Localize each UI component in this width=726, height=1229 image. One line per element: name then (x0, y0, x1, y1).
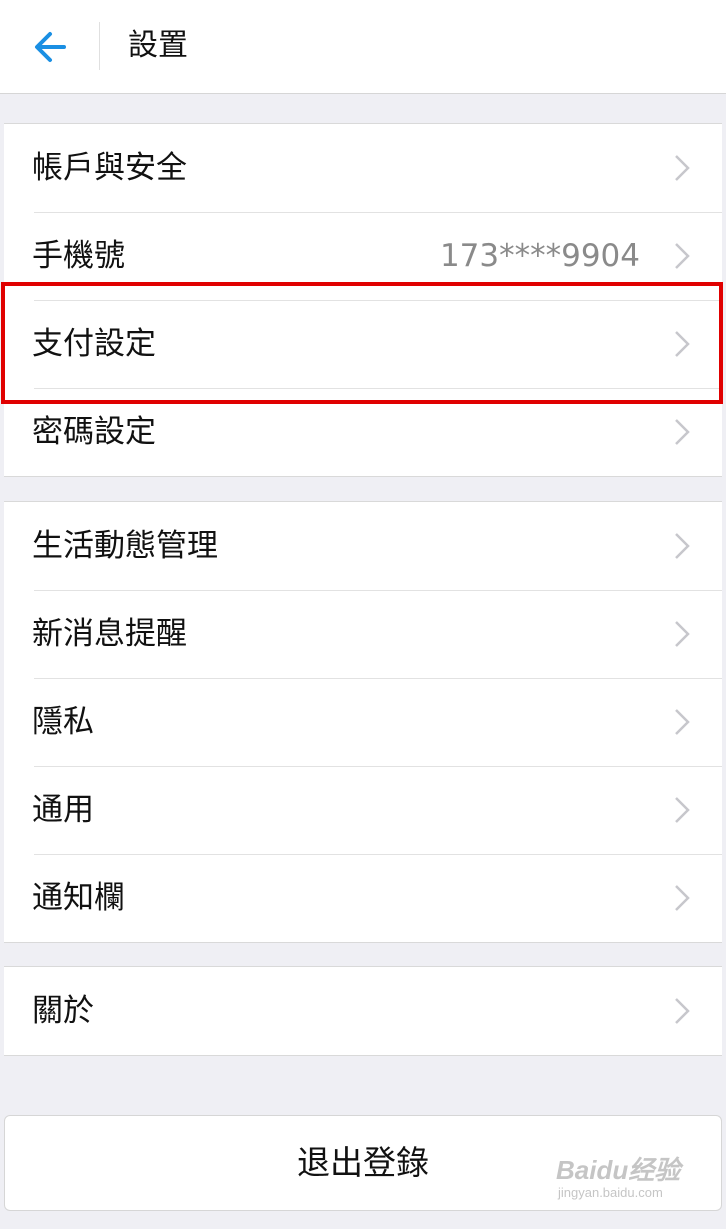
row-label: 關於 (32, 993, 94, 1029)
row-label: 手機號 (32, 238, 125, 274)
logout-button[interactable]: 退出登錄 (4, 1115, 722, 1211)
row-label: 支付設定 (32, 326, 156, 362)
row-label: 密碼設定 (32, 414, 156, 450)
chevron-right-icon (675, 533, 690, 559)
row-label: 生活動態管理 (32, 528, 218, 564)
settings-group-account: 帳戶與安全 手機號 173****9904 支付設定 密碼設定 (4, 123, 722, 477)
page-title: 設置 (128, 28, 188, 63)
row-new-message-alerts[interactable]: 新消息提醒 (4, 590, 722, 678)
arrow-left-icon (35, 32, 66, 62)
chevron-right-icon (675, 621, 690, 647)
row-payment-settings[interactable]: 支付設定 (4, 300, 722, 388)
chevron-right-icon (675, 331, 690, 357)
row-about[interactable]: 關於 (4, 967, 722, 1055)
settings-group-general: 生活動態管理 新消息提醒 隱私 通用 通知欄 (4, 501, 722, 943)
row-label: 隱私 (32, 704, 94, 740)
chevron-right-icon (675, 419, 690, 445)
row-account-security[interactable]: 帳戶與安全 (4, 124, 722, 212)
row-label: 通知欄 (32, 880, 125, 916)
settings-group-about: 關於 (4, 966, 722, 1056)
row-label: 新消息提醒 (32, 616, 187, 652)
back-button[interactable] (28, 24, 76, 70)
top-bar: 設置 (0, 0, 726, 94)
row-moments-management[interactable]: 生活動態管理 (4, 502, 722, 590)
chevron-right-icon (675, 885, 690, 911)
chevron-right-icon (675, 709, 690, 735)
row-password-settings[interactable]: 密碼設定 (4, 388, 722, 476)
phone-number-value: 173****9904 (439, 238, 640, 274)
chevron-right-icon (675, 243, 690, 269)
chevron-right-icon (675, 797, 690, 823)
row-notification-bar[interactable]: 通知欄 (4, 854, 722, 942)
row-general[interactable]: 通用 (4, 766, 722, 854)
row-phone-number[interactable]: 手機號 173****9904 (4, 212, 722, 300)
chevron-right-icon (675, 155, 690, 181)
chevron-right-icon (675, 998, 690, 1024)
row-label: 通用 (32, 792, 94, 828)
header-divider (99, 22, 100, 70)
row-privacy[interactable]: 隱私 (4, 678, 722, 766)
row-label: 帳戶與安全 (32, 150, 187, 186)
